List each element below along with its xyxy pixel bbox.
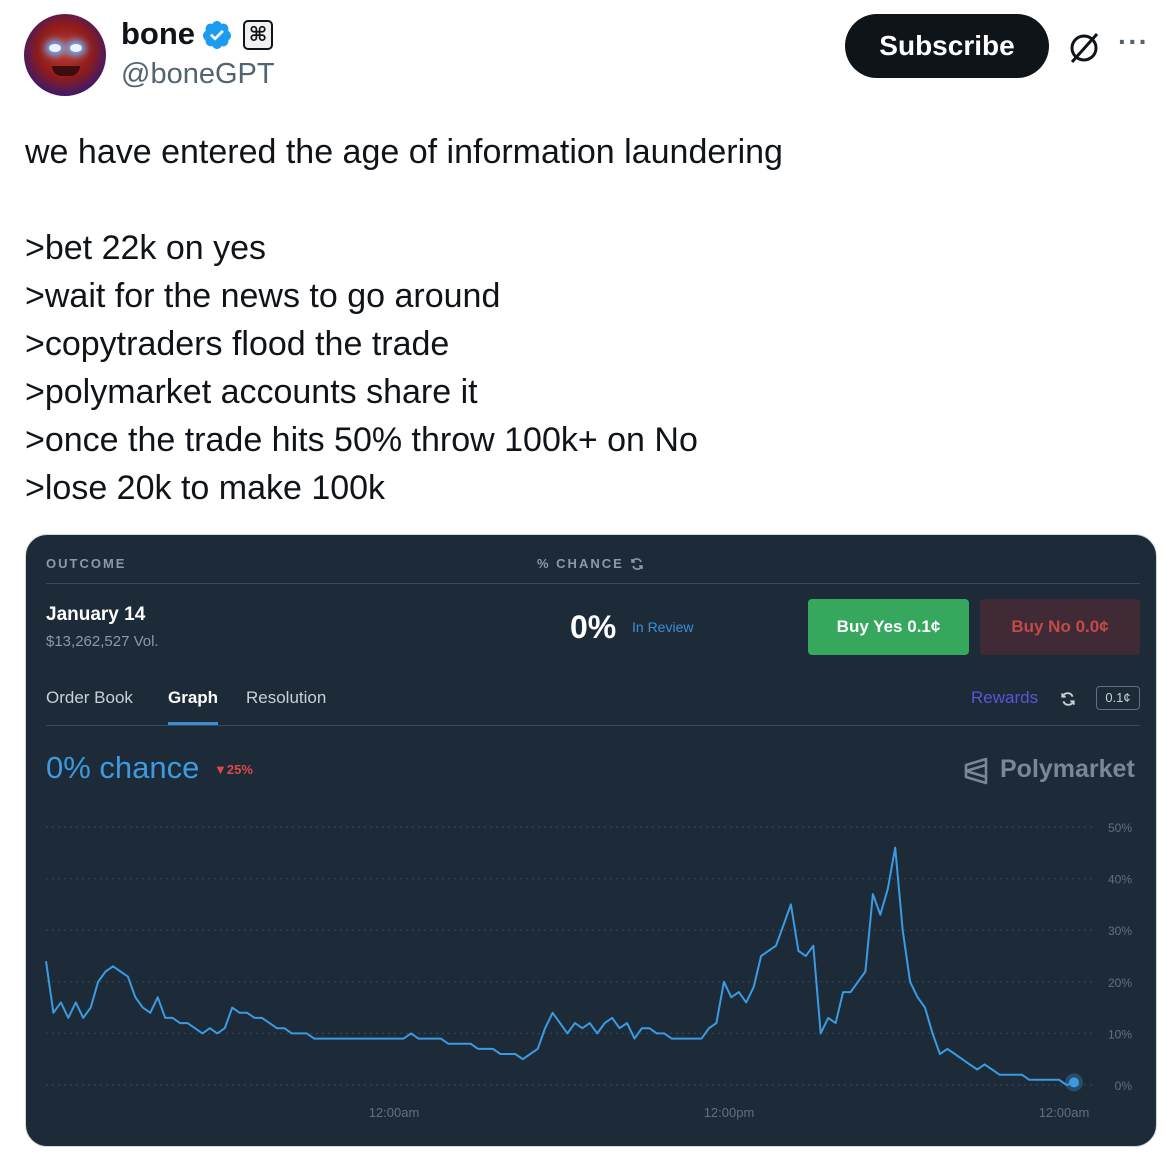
y-tick-label: 20% [1108, 976, 1132, 990]
tweet-text: we have entered the age of information l… [25, 128, 783, 512]
tab-order-book[interactable]: Order Book [46, 688, 133, 708]
y-tick-label: 40% [1108, 873, 1132, 887]
subscribe-button[interactable]: Subscribe [845, 14, 1049, 78]
rewards-refresh-icon[interactable] [1060, 691, 1076, 707]
refresh-icon [631, 558, 643, 570]
avatar-eye-right [70, 44, 82, 52]
verified-badge-icon [202, 21, 231, 49]
change-indicator: ▼25% [214, 762, 253, 777]
rewards-value-badge: 0.1¢ [1096, 686, 1140, 710]
tweet-line: >lose 20k to make 100k [25, 469, 386, 507]
avatar[interactable] [24, 14, 106, 96]
series-line [45, 846, 1075, 1086]
outcome-title: January 14 [46, 604, 146, 625]
tweet-line: >wait for the news to go around [25, 277, 501, 315]
chance-header: % CHANCE [537, 556, 624, 571]
y-tick-label: 50% [1108, 821, 1132, 835]
status-badge: In Review [632, 619, 694, 635]
y-tick-label: 30% [1108, 924, 1132, 938]
tweet-line [25, 176, 783, 224]
buy-no-button[interactable]: Buy No 0.0¢ [980, 599, 1140, 655]
volume-text: $13,262,527 Vol. [46, 633, 159, 650]
avatar-eye-left [49, 44, 61, 52]
tabs-divider [46, 725, 1140, 726]
tweet-line: >once the trade hits 50% throw 100k+ on … [25, 421, 698, 459]
market-screenshot-card[interactable]: OUTCOME % CHANCE January 14 $13,262,527 … [25, 534, 1157, 1147]
x-tick-label: 12:00am [1039, 1105, 1090, 1120]
tweet-line: we have entered the age of information l… [25, 133, 783, 171]
x-tick-label: 12:00pm [704, 1105, 755, 1120]
tab-resolution[interactable]: Resolution [246, 688, 326, 708]
tweet-line: >bet 22k on yes [25, 229, 267, 267]
grok-icon[interactable] [1064, 28, 1104, 68]
author-handle[interactable]: @boneGPT [121, 58, 275, 91]
tweet-line: >copytraders flood the trade [25, 325, 450, 363]
y-tick-label: 0% [1115, 1079, 1133, 1093]
outcome-header: OUTCOME [46, 556, 127, 571]
avatar-mouth [52, 66, 80, 76]
x-tick-label: 12:00am [369, 1105, 420, 1120]
polymarket-brand: Polymarket [1000, 755, 1135, 783]
header-divider [46, 583, 1140, 584]
polymarket-logo-icon [964, 757, 988, 785]
rewards-link[interactable]: Rewards [971, 688, 1038, 708]
y-tick-label: 10% [1108, 1027, 1132, 1041]
author-name[interactable]: bone [121, 16, 195, 52]
end-point-marker [1069, 1077, 1079, 1088]
probability-chart: 50% 40% 30% 20% 10% 0% 12:00am 12:00pm 12:00am [45, 821, 1133, 1120]
tweet-line: >polymarket accounts share it [25, 373, 478, 411]
chance-value: 0% [570, 609, 617, 645]
tab-graph[interactable]: Graph [168, 688, 218, 708]
buy-yes-button[interactable]: Buy Yes 0.1¢ [808, 599, 969, 655]
chance-label: 0% chance [46, 750, 200, 785]
affiliate-badge-icon: ⌘ [243, 20, 273, 50]
more-options-button[interactable]: ··· [1118, 28, 1149, 56]
